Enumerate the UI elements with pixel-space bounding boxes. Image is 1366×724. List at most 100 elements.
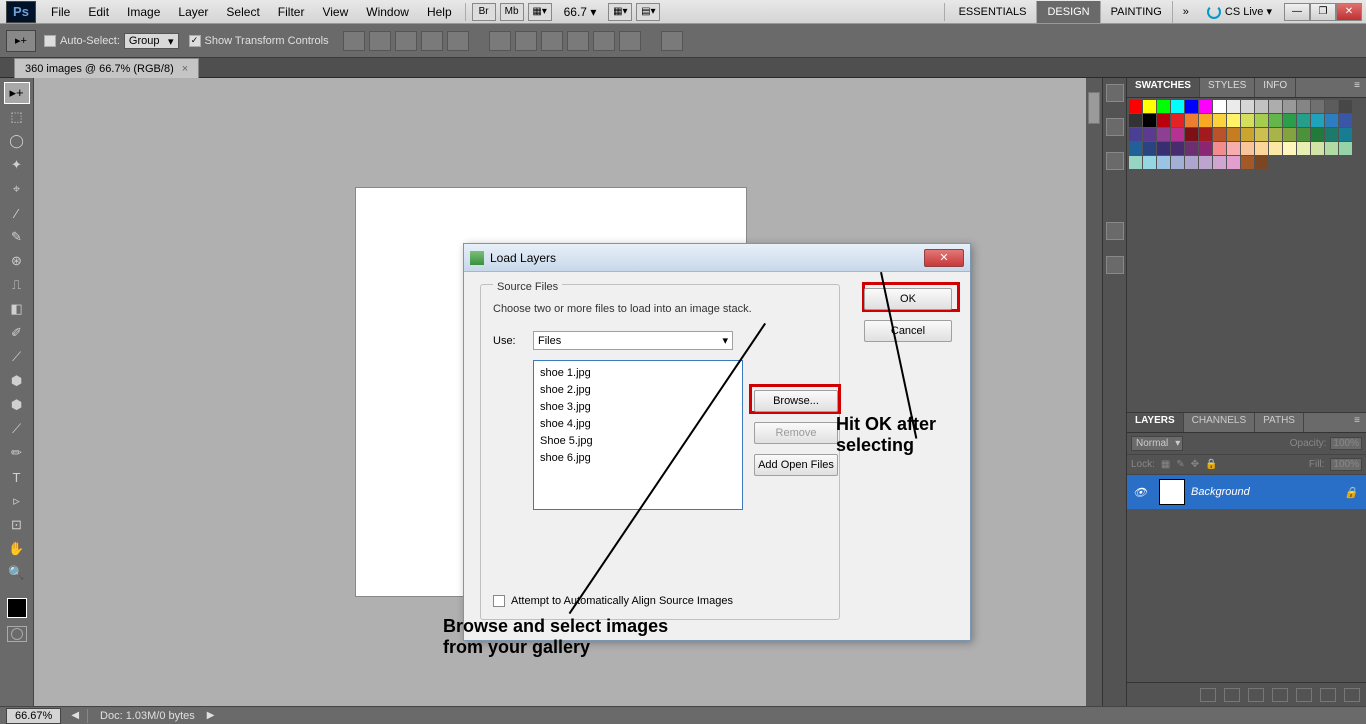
swatch[interactable] bbox=[1255, 114, 1268, 127]
tab-styles[interactable]: STYLES bbox=[1200, 78, 1255, 97]
swatch[interactable] bbox=[1283, 114, 1296, 127]
swatch[interactable] bbox=[1325, 114, 1338, 127]
tab-info[interactable]: INFO bbox=[1255, 78, 1296, 97]
swatch[interactable] bbox=[1129, 100, 1142, 113]
swatch[interactable] bbox=[1129, 114, 1142, 127]
lasso-tool[interactable]: ◯ bbox=[4, 130, 30, 152]
group-icon[interactable] bbox=[1296, 688, 1312, 702]
swatch[interactable] bbox=[1143, 156, 1156, 169]
swatch[interactable] bbox=[1213, 128, 1226, 141]
minimize-button[interactable]: — bbox=[1284, 3, 1310, 21]
cancel-button[interactable]: Cancel bbox=[864, 320, 952, 342]
heal-tool[interactable]: ✎ bbox=[4, 226, 30, 248]
swatch[interactable] bbox=[1143, 100, 1156, 113]
swatch[interactable] bbox=[1199, 142, 1212, 155]
browse-button[interactable]: Browse... bbox=[754, 390, 838, 412]
cslive-button[interactable]: CS Live ▾ bbox=[1207, 5, 1272, 19]
swatch[interactable] bbox=[1143, 114, 1156, 127]
history-brush-tool[interactable]: ◧ bbox=[4, 298, 30, 320]
panel-icon[interactable] bbox=[1106, 222, 1124, 240]
remove-button[interactable]: Remove bbox=[754, 422, 838, 444]
swatch[interactable] bbox=[1213, 100, 1226, 113]
gradient-tool[interactable]: ⟋ bbox=[4, 346, 30, 368]
status-prev-icon[interactable]: ◀ bbox=[71, 710, 79, 721]
swatch[interactable] bbox=[1171, 128, 1184, 141]
fill-field[interactable]: 100% bbox=[1330, 458, 1362, 471]
type-tool[interactable]: ✏ bbox=[4, 442, 30, 464]
panel-icon[interactable] bbox=[1106, 84, 1124, 102]
swatch[interactable] bbox=[1157, 142, 1170, 155]
tab-channels[interactable]: CHANNELS bbox=[1184, 413, 1255, 432]
auto-select-dropdown[interactable]: Group bbox=[124, 33, 179, 49]
swatch[interactable] bbox=[1241, 100, 1254, 113]
screen-mode-icon[interactable]: ▦▾ bbox=[528, 3, 552, 21]
extras-icon[interactable]: ▤▾ bbox=[636, 3, 660, 21]
swatch[interactable] bbox=[1185, 156, 1198, 169]
swatch[interactable] bbox=[1129, 142, 1142, 155]
blur-tool[interactable]: ⬢ bbox=[4, 370, 30, 392]
swatch[interactable] bbox=[1171, 100, 1184, 113]
quickmask-icon[interactable] bbox=[7, 626, 27, 642]
eyedropper-tool[interactable]: ∕ bbox=[4, 202, 30, 224]
panel-menu-icon[interactable]: ≡ bbox=[1348, 413, 1366, 432]
swatch[interactable] bbox=[1311, 142, 1324, 155]
menu-file[interactable]: File bbox=[42, 5, 79, 19]
fx-icon[interactable] bbox=[1224, 688, 1240, 702]
swatch[interactable] bbox=[1129, 156, 1142, 169]
workspace-essentials[interactable]: ESSENTIALS bbox=[949, 1, 1038, 23]
link-layers-icon[interactable] bbox=[1200, 688, 1216, 702]
foreground-color[interactable] bbox=[7, 598, 27, 618]
swatch[interactable] bbox=[1241, 128, 1254, 141]
menu-image[interactable]: Image bbox=[118, 5, 169, 19]
swatch[interactable] bbox=[1311, 128, 1324, 141]
swatch[interactable] bbox=[1339, 142, 1352, 155]
swatch[interactable] bbox=[1297, 128, 1310, 141]
swatch[interactable] bbox=[1213, 142, 1226, 155]
bridge-icon[interactable]: Br bbox=[472, 3, 496, 21]
file-item[interactable]: Shoe 5.jpg bbox=[540, 433, 736, 450]
align-icon[interactable] bbox=[369, 31, 391, 51]
swatch[interactable] bbox=[1129, 128, 1142, 141]
swatches-grid[interactable] bbox=[1127, 98, 1366, 171]
swatch[interactable] bbox=[1227, 156, 1240, 169]
swatch[interactable] bbox=[1311, 100, 1324, 113]
menu-window[interactable]: Window bbox=[357, 5, 418, 19]
layer-thumbnail[interactable] bbox=[1159, 479, 1185, 505]
swatch[interactable] bbox=[1269, 114, 1282, 127]
swatch[interactable] bbox=[1185, 100, 1198, 113]
swatch[interactable] bbox=[1339, 128, 1352, 141]
swatch[interactable] bbox=[1171, 114, 1184, 127]
align-icon[interactable] bbox=[421, 31, 443, 51]
swatch[interactable] bbox=[1199, 100, 1212, 113]
swatch[interactable] bbox=[1185, 128, 1198, 141]
swatch[interactable] bbox=[1213, 156, 1226, 169]
auto-select-checkbox[interactable] bbox=[44, 35, 56, 47]
arrange-icon[interactable]: ▦▾ bbox=[608, 3, 632, 21]
swatch[interactable] bbox=[1325, 128, 1338, 141]
align-icon[interactable] bbox=[343, 31, 365, 51]
status-next-icon[interactable]: ▶ bbox=[207, 710, 215, 721]
distribute-icon[interactable] bbox=[593, 31, 615, 51]
blend-mode-dropdown[interactable]: Normal bbox=[1131, 436, 1183, 451]
swatch[interactable] bbox=[1227, 142, 1240, 155]
file-item[interactable]: shoe 6.jpg bbox=[540, 450, 736, 467]
tab-paths[interactable]: PATHS bbox=[1255, 413, 1304, 432]
swatch[interactable] bbox=[1157, 114, 1170, 127]
swatch[interactable] bbox=[1185, 142, 1198, 155]
layer-name[interactable]: Background bbox=[1191, 486, 1250, 498]
stamp-tool[interactable]: ⎍ bbox=[4, 274, 30, 296]
adjustment-icon[interactable] bbox=[1272, 688, 1288, 702]
file-listbox[interactable]: shoe 1.jpg shoe 2.jpg shoe 3.jpg shoe 4.… bbox=[533, 360, 743, 510]
workspace-painting[interactable]: PAINTING bbox=[1101, 1, 1173, 23]
panel-icon[interactable] bbox=[1106, 152, 1124, 170]
swatch[interactable] bbox=[1311, 114, 1324, 127]
swatch[interactable] bbox=[1157, 100, 1170, 113]
current-tool-icon[interactable]: ▸+ bbox=[6, 30, 36, 52]
marquee-tool[interactable]: ⬚ bbox=[4, 106, 30, 128]
swatch[interactable] bbox=[1325, 100, 1338, 113]
swatch[interactable] bbox=[1255, 142, 1268, 155]
add-open-files-button[interactable]: Add Open Files bbox=[754, 454, 838, 476]
auto-align-checkbox[interactable] bbox=[493, 595, 505, 607]
vertical-scrollbar[interactable] bbox=[1086, 78, 1102, 706]
eraser-tool[interactable]: ✐ bbox=[4, 322, 30, 344]
